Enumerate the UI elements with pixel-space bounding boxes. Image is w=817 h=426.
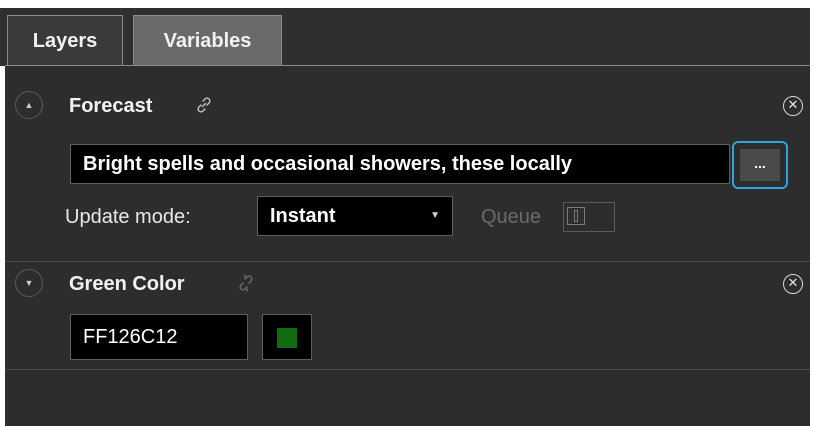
- edit-value-button[interactable]: ...: [732, 141, 788, 189]
- dropdown-arrow-icon: ▼: [430, 210, 440, 221]
- close-icon: ✕: [787, 97, 799, 112]
- variable-forecast: ▲ Forecast ✕ Bright spells and occasiona…: [5, 86, 810, 262]
- chevron-up-icon: ▲: [24, 100, 34, 110]
- ellipsis-label: ...: [740, 149, 780, 181]
- variables-panel: ▲ Forecast ✕ Bright spells and occasiona…: [5, 65, 810, 426]
- tab-variables[interactable]: Variables: [133, 15, 282, 65]
- variable-green-color: ▼ Green Color ✕ FF126C12: [5, 262, 810, 370]
- update-mode-label: Update mode:: [65, 206, 191, 228]
- update-mode-select[interactable]: Instant ▼: [257, 196, 453, 236]
- tab-layers[interactable]: Layers: [7, 15, 123, 65]
- chevron-down-icon: ▼: [24, 278, 34, 288]
- variable-name: Forecast: [69, 95, 153, 117]
- variable-value-field[interactable]: Bright spells and occasional showers, th…: [70, 144, 730, 184]
- remove-variable-button[interactable]: ✕: [783, 96, 803, 116]
- broken-link-icon: [237, 274, 255, 297]
- queue-checkbox-icon: [567, 207, 585, 225]
- queue-label: Queue: [481, 206, 542, 228]
- color-picker-button[interactable]: [262, 314, 312, 360]
- update-mode-value: Instant: [270, 205, 336, 227]
- link-icon: [195, 96, 213, 119]
- tab-strip: Layers Variables: [0, 0, 817, 66]
- collapse-toggle-button[interactable]: ▲: [15, 91, 43, 119]
- queue-toggle[interactable]: [563, 202, 615, 232]
- color-swatch: [277, 328, 297, 348]
- collapse-toggle-button[interactable]: ▼: [15, 269, 43, 297]
- remove-variable-button[interactable]: ✕: [783, 274, 803, 294]
- close-icon: ✕: [787, 275, 799, 290]
- variable-name: Green Color: [69, 273, 185, 295]
- app-window: Layers Variables ▲ Forecast ✕ Bright spe…: [0, 0, 817, 426]
- color-value-field[interactable]: FF126C12: [70, 314, 248, 360]
